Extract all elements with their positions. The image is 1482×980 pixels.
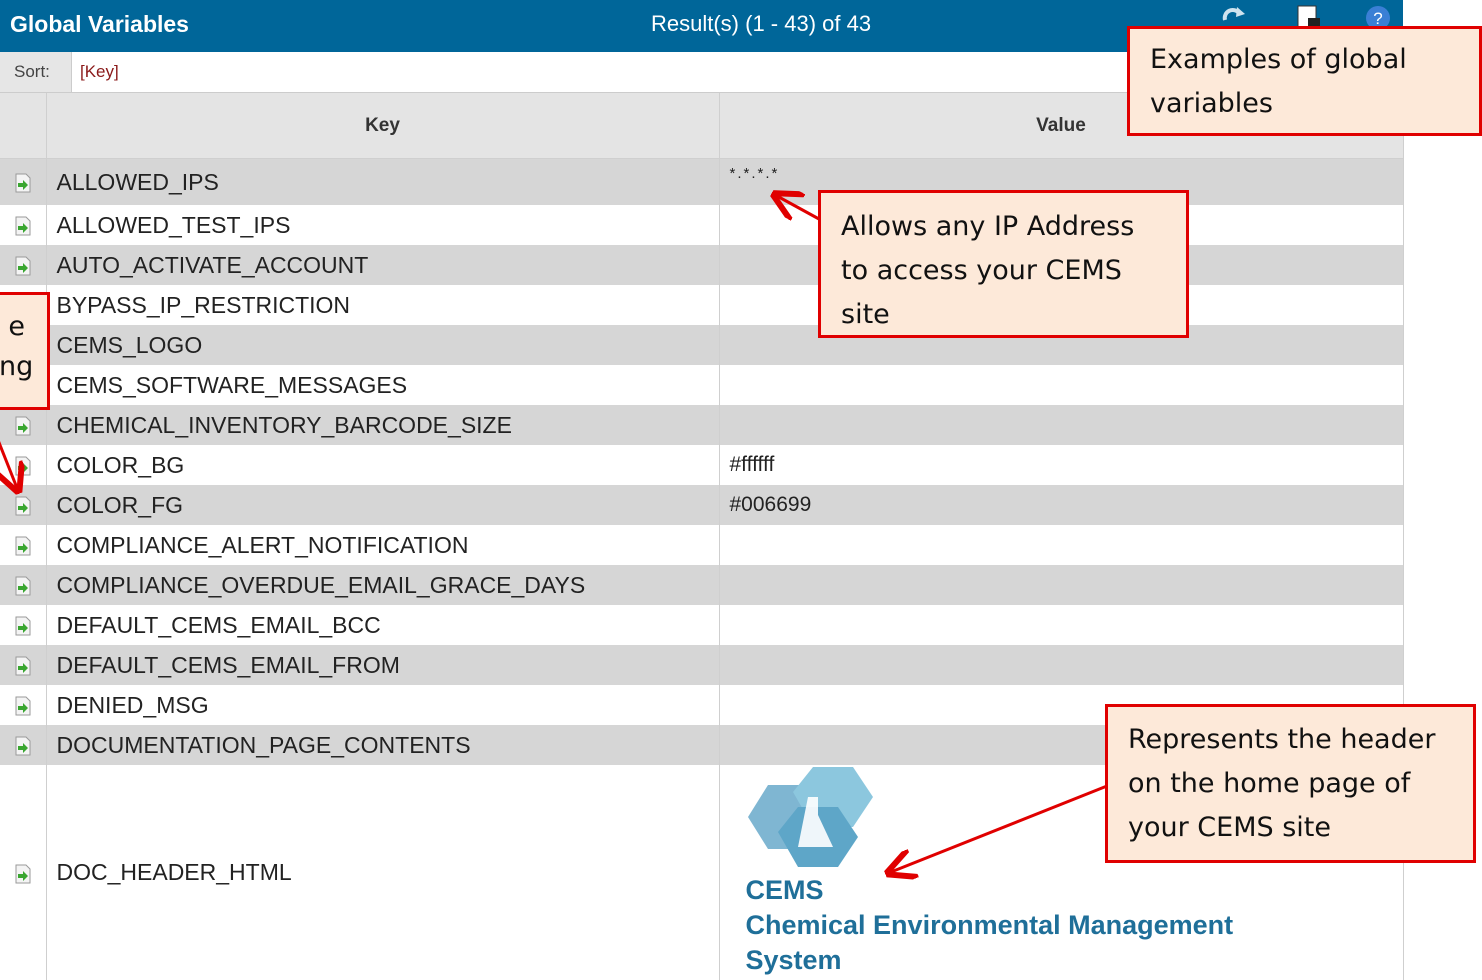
arrow-to-allowed-ips [777, 196, 820, 219]
annotation-arrows [0, 0, 1108, 972]
arrow-to-color-fg [0, 440, 17, 488]
arrow-to-logo [891, 784, 1108, 872]
